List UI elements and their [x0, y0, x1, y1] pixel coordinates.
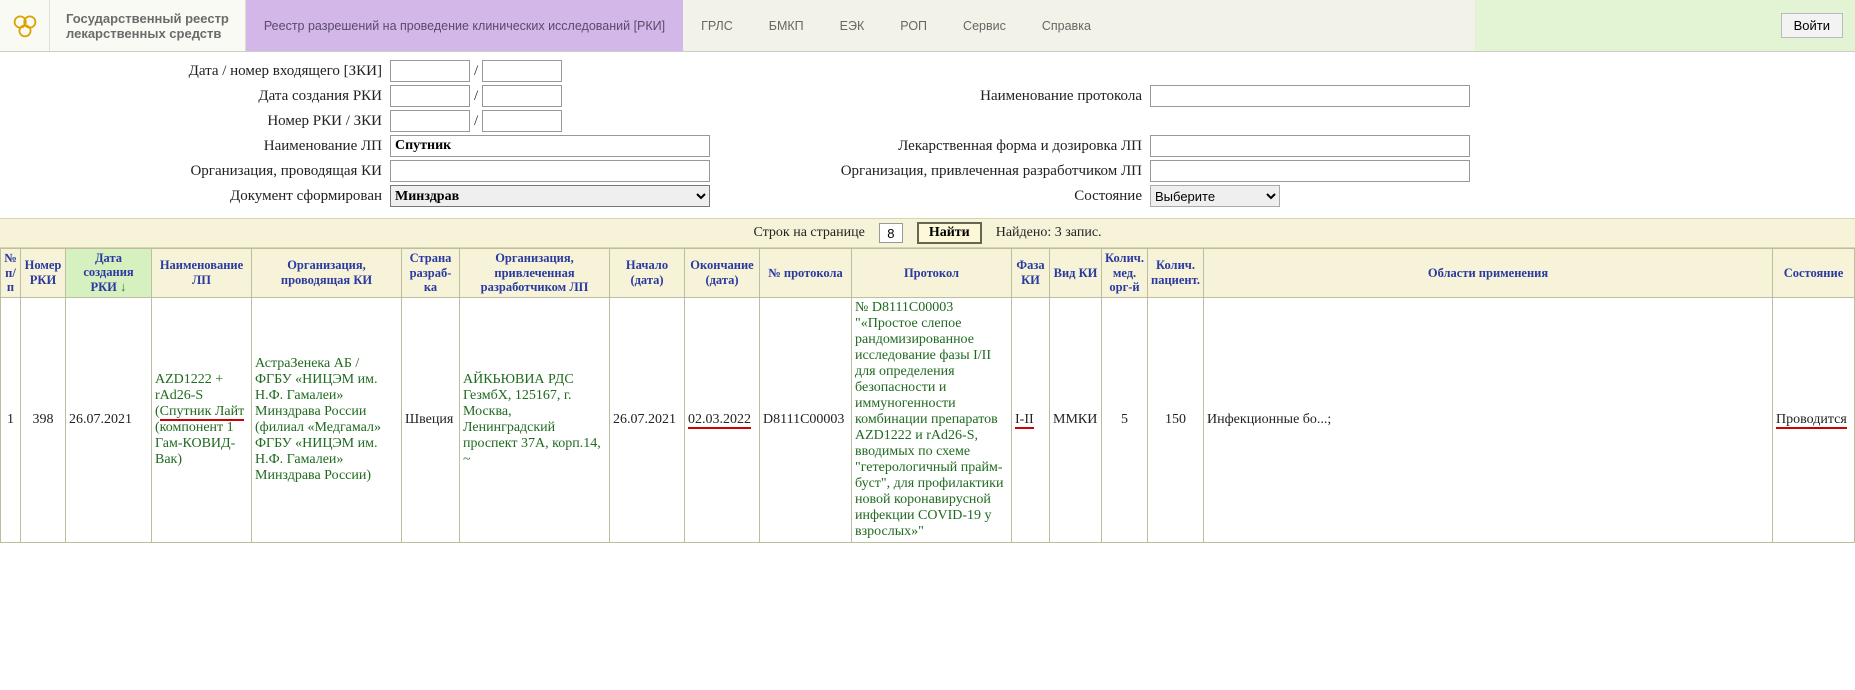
slash-icon: / — [470, 63, 482, 80]
cell-country: Швеция — [402, 297, 460, 542]
cell-phase: I-II — [1012, 297, 1050, 542]
tab-service[interactable]: Сервис — [945, 0, 1024, 51]
lbl-rki-num: Номер РКИ / ЗКИ — [0, 113, 390, 130]
cell-kind: ММКИ — [1050, 297, 1102, 542]
cell-state: Проводится — [1773, 297, 1855, 542]
col-proto-num[interactable]: № протокола — [760, 249, 852, 298]
lbl-lp-form: Лекарственная форма и дозировка ЛП — [780, 138, 1150, 155]
cell-start: 26.07.2021 — [610, 297, 685, 542]
found-label: Найдено: 3 запис. — [996, 225, 1102, 241]
tab-rki-register[interactable]: Реестр разрешений на проведение клиничес… — [246, 0, 683, 51]
lbl-lp-name: Наименование ЛП — [0, 138, 390, 155]
col-rki-num[interactable]: Номер РКИ — [21, 249, 66, 298]
incoming-date-input[interactable] — [390, 60, 470, 82]
table-row[interactable]: 1 398 26.07.2021 AZD1222 + rAd26-S (Спут… — [1, 297, 1855, 542]
cell-patients: 150 — [1148, 297, 1204, 542]
rows-per-page-label: Строк на странице — [753, 225, 864, 241]
rki-create-from-input[interactable] — [390, 85, 470, 107]
brand-line1: Государственный реестр — [66, 11, 229, 26]
tab-rop[interactable]: РОП — [882, 0, 945, 51]
rows-per-page-input[interactable] — [879, 223, 903, 243]
cell-end: 02.03.2022 — [685, 297, 760, 542]
tab-grls[interactable]: ГРЛС — [683, 0, 751, 51]
login-button[interactable]: Войти — [1781, 13, 1843, 38]
incoming-num-input[interactable] — [482, 60, 562, 82]
cell-lp-name: AZD1222 + rAd26-S (Спутник Лайт (компоне… — [152, 297, 252, 542]
lbl-protocol-name: Наименование протокола — [780, 88, 1150, 105]
lbl-incoming: Дата / номер входящего [ЗКИ] — [0, 63, 390, 80]
topbar: Государственный реестр лекарственных сре… — [0, 0, 1855, 52]
results-table: № п/п Номер РКИ Дата создания РКИ ↓ Наим… — [0, 248, 1855, 543]
org-ki-input[interactable] — [390, 160, 710, 182]
rki-num-input[interactable] — [390, 110, 470, 132]
doc-formed-select[interactable]: Минздрав — [390, 185, 710, 207]
col-lp-name[interactable]: Наименование ЛП — [152, 249, 252, 298]
col-org-ki[interactable]: Организация, проводящая КИ — [252, 249, 402, 298]
col-med-orgs[interactable]: Колич. мед. орг-й — [1102, 249, 1148, 298]
state-select[interactable]: Выберите — [1150, 185, 1280, 207]
sort-down-icon: ↓ — [120, 279, 127, 294]
col-phase[interactable]: Фаза КИ — [1012, 249, 1050, 298]
cell-proto-num: D8111C00003 — [760, 297, 852, 542]
lbl-org-ki: Организация, проводящая КИ — [0, 163, 390, 180]
lp-form-input[interactable] — [1150, 135, 1470, 157]
filters: Дата / номер входящего [ЗКИ] / Дата созд… — [0, 52, 1855, 218]
tab-help[interactable]: Справка — [1024, 0, 1109, 51]
zki-num-input[interactable] — [482, 110, 562, 132]
col-start[interactable]: Начало (дата) — [610, 249, 685, 298]
cell-med-orgs: 5 — [1102, 297, 1148, 542]
tab-bmkp[interactable]: БМКП — [751, 0, 822, 51]
col-n[interactable]: № п/п — [1, 249, 21, 298]
col-rki-date[interactable]: Дата создания РКИ ↓ — [66, 249, 152, 298]
col-org-dev[interactable]: Организация, привлеченная разработчиком … — [460, 249, 610, 298]
find-button[interactable]: Найти — [917, 222, 982, 244]
pager-row: Строк на странице Найти Найдено: 3 запис… — [0, 218, 1855, 248]
cell-rki-date: 26.07.2021 — [66, 297, 152, 542]
col-country[interactable]: Страна разраб-ка — [402, 249, 460, 298]
cell-area: Инфекционные бо...; — [1204, 297, 1773, 542]
org-dev-input[interactable] — [1150, 160, 1470, 182]
col-state[interactable]: Состояние — [1773, 249, 1855, 298]
col-area[interactable]: Области применения — [1204, 249, 1773, 298]
logo-icon — [0, 0, 50, 51]
col-protocol[interactable]: Протокол — [852, 249, 1012, 298]
brand-line2: лекарственных средств — [66, 26, 229, 41]
login-area: Войти — [1475, 0, 1855, 51]
cell-rki-num: 398 — [21, 297, 66, 542]
lbl-doc-formed: Документ сформирован — [0, 188, 390, 205]
lbl-rki-create: Дата создания РКИ — [0, 88, 390, 105]
lbl-org-dev: Организация, привлеченная разработчиком … — [780, 163, 1150, 180]
cell-org-dev: АЙКЬЮВИА РДС ГезмбХ, 125167, г. Москва, … — [460, 297, 610, 542]
rki-create-to-input[interactable] — [482, 85, 562, 107]
col-patients[interactable]: Колич. пациент. — [1148, 249, 1204, 298]
protocol-name-input[interactable] — [1150, 85, 1470, 107]
tab-eek[interactable]: ЕЭК — [822, 0, 883, 51]
table-header-row: № п/п Номер РКИ Дата создания РКИ ↓ Наим… — [1, 249, 1855, 298]
lp-name-input[interactable] — [390, 135, 710, 157]
tabs: Реестр разрешений на проведение клиничес… — [246, 0, 1475, 51]
brand-title: Государственный реестр лекарственных сре… — [50, 0, 246, 51]
col-kind[interactable]: Вид КИ — [1050, 249, 1102, 298]
cell-protocol: № D8111C00003 "«Простое слепое рандомизи… — [852, 297, 1012, 542]
cell-org-ki: АстраЗенека АБ / ФГБУ «НИЦЭМ им. Н.Ф. Га… — [252, 297, 402, 542]
cell-n: 1 — [1, 297, 21, 542]
col-end[interactable]: Окончание (дата) — [685, 249, 760, 298]
lbl-state: Состояние — [780, 188, 1150, 205]
